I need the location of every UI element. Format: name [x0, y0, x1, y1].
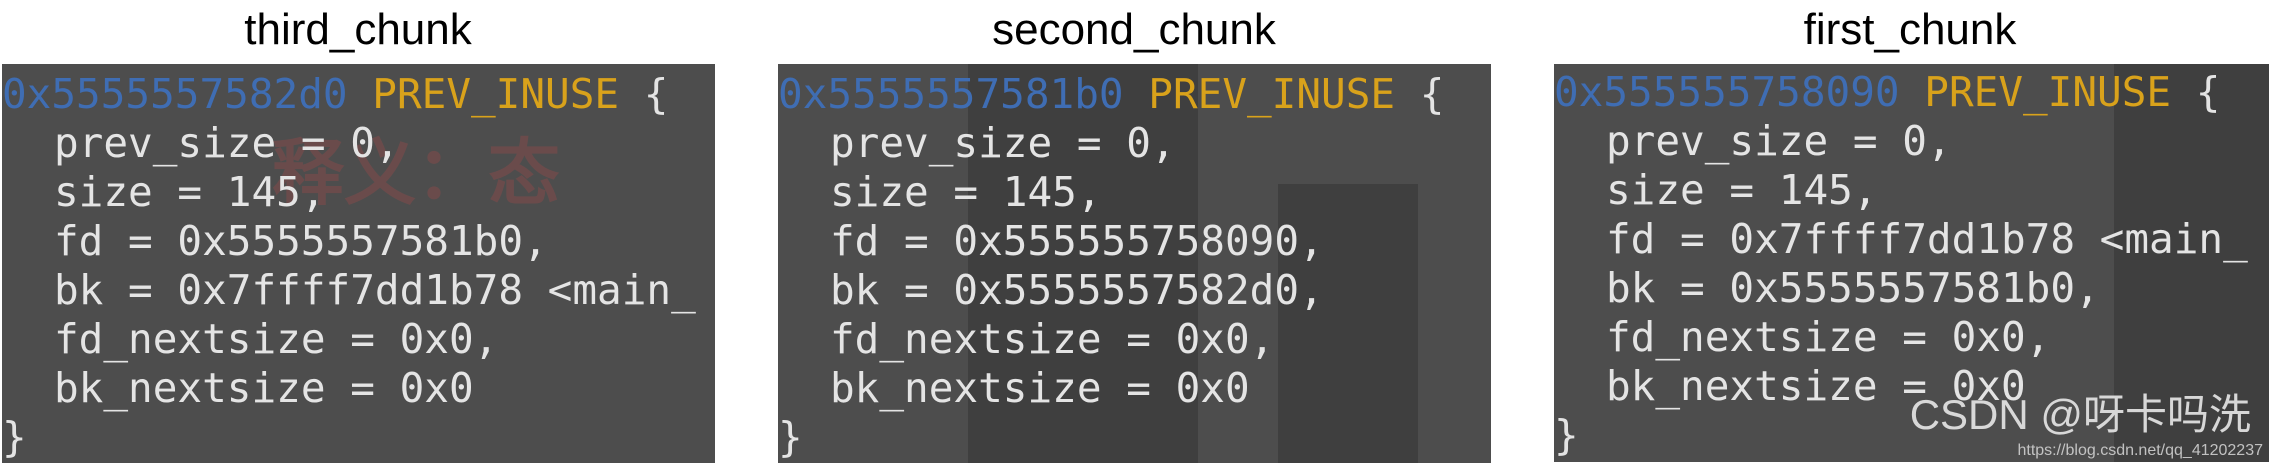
open-brace: { [1419, 70, 1445, 118]
close-brace: } [1554, 411, 1579, 459]
field-line: bk = 0x5555557582d0, [830, 266, 1324, 314]
chunk-header: 0x5555557581b0 PREV_INUSE { [778, 70, 1444, 118]
csdn-url-watermark: https://blog.csdn.net/qq_41202237 [2017, 442, 2263, 459]
csdn-watermark: CSDN @呀卡吗洗 [1909, 391, 2251, 438]
field-line: size = 145, [830, 168, 1102, 216]
chunk-flag: PREV_INUSE [1924, 68, 2172, 116]
chunk-flag: PREV_INUSE [372, 70, 620, 118]
field-line: bk = 0x7ffff7dd1b78 <main_ [54, 266, 696, 314]
open-brace: { [643, 70, 669, 118]
close-brace: } [2, 413, 27, 461]
field-line: bk_nextsize = 0x0 [830, 364, 1250, 412]
field-line: size = 145, [54, 168, 326, 216]
chunk-header: 0x555555758090 PREV_INUSE { [1554, 68, 2220, 116]
field-line: fd = 0x5555557581b0, [54, 217, 548, 265]
terminal-view: 释义：态 0x5555557582d0 PREV_INUSE { prev_si… [2, 64, 715, 463]
terminal-view: 0x5555557581b0 PREV_INUSE { prev_size = … [778, 64, 1491, 463]
close-brace: } [778, 413, 803, 461]
open-brace: { [2195, 68, 2221, 116]
panel-title: second_chunk [992, 5, 1276, 54]
chunk-flag: PREV_INUSE [1148, 70, 1396, 118]
field-line: fd = 0x7ffff7dd1b78 <main_ [1606, 215, 2248, 263]
panel-title: first_chunk [1803, 5, 2017, 54]
chunk-header: 0x5555557582d0 PREV_INUSE { [2, 70, 668, 118]
panel-title: third_chunk [244, 5, 472, 54]
terminal-view: 0x555555758090 PREV_INUSE { prev_size = … [1554, 64, 2269, 462]
field-line: fd_nextsize = 0x0, [830, 315, 1275, 363]
field-line: prev_size = 0, [830, 119, 1176, 167]
chunk-address: 0x555555758090 [1554, 68, 1900, 116]
field-line: prev_size = 0, [1606, 117, 1952, 165]
field-line: fd = 0x555555758090, [830, 217, 1324, 265]
field-line: fd_nextsize = 0x0, [54, 315, 499, 363]
field-line: bk = 0x5555557581b0, [1606, 264, 2100, 312]
field-line: bk_nextsize = 0x0 [54, 364, 474, 412]
chunk-address: 0x5555557582d0 [2, 70, 348, 118]
field-line: size = 145, [1606, 166, 1878, 214]
field-line: prev_size = 0, [54, 119, 400, 167]
field-line: fd_nextsize = 0x0, [1606, 313, 2051, 361]
chunk-address: 0x5555557581b0 [778, 70, 1124, 118]
